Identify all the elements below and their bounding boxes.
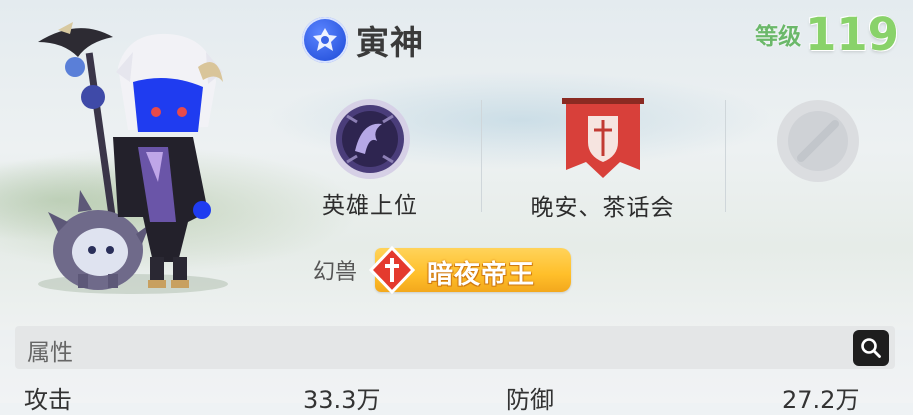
- title-label: 英雄上位: [322, 193, 418, 219]
- red-shield-sword-icon: [369, 246, 416, 294]
- player-name: 寅神: [356, 23, 424, 62]
- pet-badge[interactable]: 暗夜帝王: [369, 246, 572, 294]
- attributes-header: 属性: [15, 326, 895, 369]
- stat-label-attack: 攻击: [24, 386, 72, 414]
- pet-name: 暗夜帝王: [427, 260, 536, 290]
- divider: [725, 100, 726, 212]
- stat-value-attack: 33.3万: [303, 386, 381, 414]
- red-guild-banner-icon: [561, 98, 644, 178]
- player-level: 等级 119: [755, 12, 899, 57]
- pet-label: 幻兽: [313, 260, 358, 285]
- divider: [481, 100, 482, 212]
- class-emblem-icon: [302, 17, 348, 63]
- player-name-row: 寅神: [302, 14, 424, 66]
- pet-row: 幻兽 暗夜帝王: [313, 246, 572, 294]
- stat-value-defense: 27.2万: [782, 386, 860, 414]
- purple-dragon-emblem-icon: [330, 99, 410, 179]
- attributes-title: 属性: [27, 340, 73, 366]
- level-label: 等级: [755, 24, 802, 50]
- search-icon[interactable]: [853, 330, 889, 366]
- empty-slot-icon: [777, 100, 859, 182]
- title-label: 晚安、茶话会: [530, 195, 675, 221]
- hero-character-portrait: [38, 22, 228, 294]
- title-slot-3[interactable]: [770, 96, 866, 190]
- level-value: 119: [805, 8, 899, 61]
- stat-label-defense: 防御: [506, 386, 554, 414]
- title-slot-1[interactable]: 英雄上位: [310, 96, 430, 220]
- title-slot-2[interactable]: 晚安、茶话会: [505, 96, 700, 222]
